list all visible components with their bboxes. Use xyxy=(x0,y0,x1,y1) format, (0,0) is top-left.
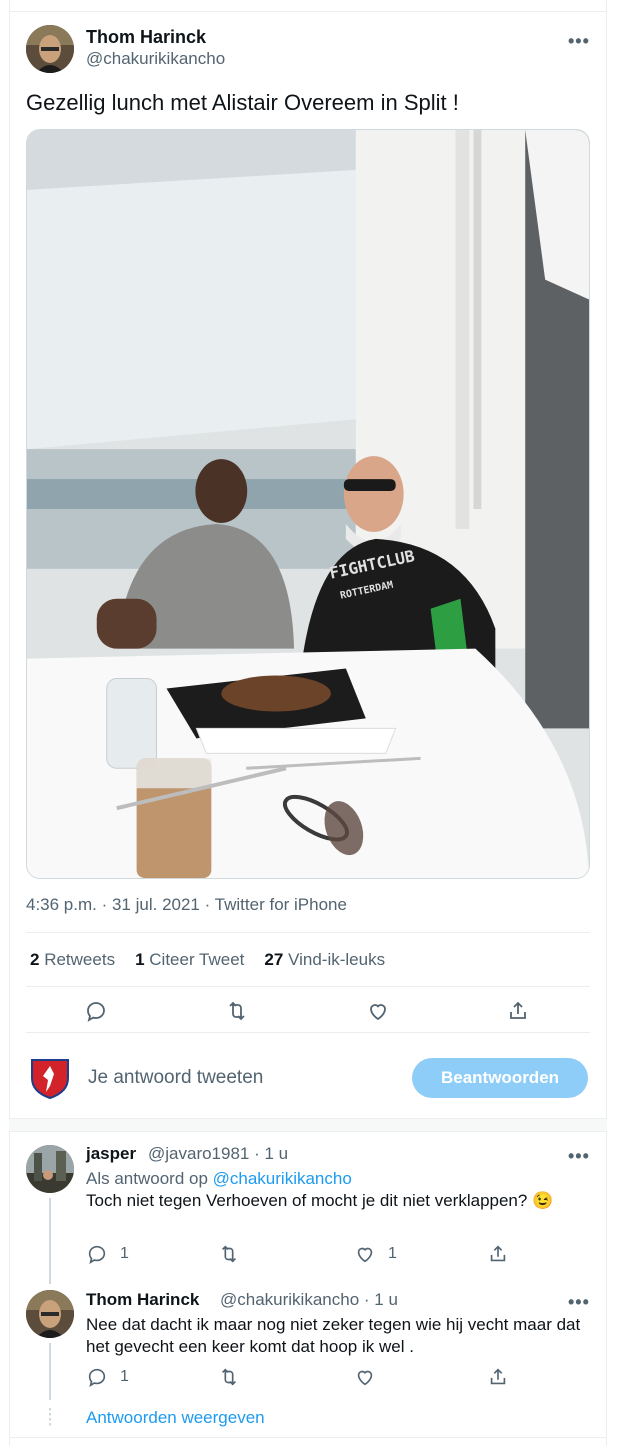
more-options-icon[interactable]: ••• xyxy=(568,1293,590,1311)
photo-image: FIGHTCLUB ROTTERDAM xyxy=(27,130,589,878)
avatar-image xyxy=(26,25,74,73)
reply-author-name[interactable]: jasper xyxy=(86,1144,136,1164)
user-avatar-logo-icon[interactable] xyxy=(28,1056,72,1100)
reply-action[interactable]: 1 xyxy=(86,1366,129,1388)
thread-continuation-dots xyxy=(49,1408,51,1428)
retweet-icon xyxy=(221,1368,237,1386)
share-icon[interactable] xyxy=(503,996,533,1026)
like-count: 1 xyxy=(388,1245,397,1262)
author-handle[interactable]: @chakurikikancho xyxy=(86,49,225,69)
reply-author-avatar[interactable] xyxy=(26,1145,74,1193)
share-action[interactable] xyxy=(487,1366,509,1388)
tweet-stats: 2 Retweets 1 Citeer Tweet 27 Vind-ik-leu… xyxy=(30,950,385,970)
section-separator xyxy=(9,1118,607,1132)
tweet-timestamp-source[interactable]: 4:36 p.m. · 31 jul. 2021 · Twitter for i… xyxy=(26,895,347,915)
more-options-icon[interactable]: ••• xyxy=(568,1147,590,1165)
like-icon[interactable] xyxy=(363,996,393,1026)
retweet-action[interactable] xyxy=(218,1366,240,1388)
retweet-icon[interactable] xyxy=(222,996,252,1026)
reply-author-handle-time[interactable]: @chakurikikancho · 1 u xyxy=(220,1290,398,1310)
share-action[interactable] xyxy=(487,1243,509,1265)
reply-icon xyxy=(88,1368,106,1387)
reply-count: 1 xyxy=(120,1245,129,1262)
more-options-icon[interactable]: ••• xyxy=(568,32,590,50)
author-name[interactable]: Thom Harinck xyxy=(86,27,206,48)
reply-context-label: Als antwoord op xyxy=(86,1169,208,1188)
share-icon xyxy=(490,1245,506,1262)
winking-face-emoji: 😉 xyxy=(532,1191,554,1210)
reply-icon[interactable] xyxy=(81,996,111,1026)
author-avatar[interactable] xyxy=(26,25,74,73)
top-divider xyxy=(9,11,607,12)
like-icon xyxy=(357,1247,373,1263)
like-icon xyxy=(357,1370,373,1386)
divider xyxy=(26,932,590,933)
reply-context-handle-link[interactable]: @chakurikikancho xyxy=(213,1169,352,1188)
tweet-text: Gezellig lunch met Alistair Overeem in S… xyxy=(26,90,459,115)
share-icon xyxy=(490,1368,506,1385)
reply-author-avatar[interactable] xyxy=(26,1290,74,1338)
reply-count: 1 xyxy=(120,1368,129,1385)
thread-connector xyxy=(49,1343,51,1400)
reply-text: Nee dat dacht ik maar nog niet zeker teg… xyxy=(86,1315,581,1356)
reply-author-name[interactable]: Thom Harinck xyxy=(86,1290,199,1310)
thread-connector xyxy=(49,1198,51,1284)
compose-reply-input[interactable]: Je antwoord tweeten xyxy=(88,1067,263,1089)
reply-text-content: Toch niet tegen Verhoeven of mocht je di… xyxy=(86,1191,528,1210)
reply-button[interactable]: Beantwoorden xyxy=(412,1058,588,1098)
bottom-divider xyxy=(9,1437,607,1438)
show-replies-link[interactable]: Antwoorden weergeven xyxy=(86,1408,265,1428)
retweet-icon xyxy=(221,1245,237,1263)
divider xyxy=(26,986,590,987)
retweets-stat[interactable]: 2 Retweets xyxy=(30,950,115,970)
divider xyxy=(26,1032,590,1033)
retweet-action[interactable] xyxy=(218,1243,240,1265)
reply-action[interactable]: 1 xyxy=(86,1243,129,1265)
reply-context: Als antwoord op @chakurikikancho xyxy=(86,1169,352,1189)
quotes-stat[interactable]: 1 Citeer Tweet xyxy=(135,950,244,970)
reply-icon xyxy=(88,1245,106,1264)
like-action[interactable]: 1 xyxy=(354,1243,397,1265)
likes-stat[interactable]: 27 Vind-ik-leuks xyxy=(264,950,385,970)
like-action[interactable] xyxy=(354,1366,376,1388)
reply-author-handle-time[interactable]: @javaro1981 · 1 u xyxy=(148,1144,288,1164)
reply-text: Toch niet tegen Verhoeven of mocht je di… xyxy=(86,1190,596,1212)
tweet-photo[interactable]: FIGHTCLUB ROTTERDAM xyxy=(26,129,590,879)
